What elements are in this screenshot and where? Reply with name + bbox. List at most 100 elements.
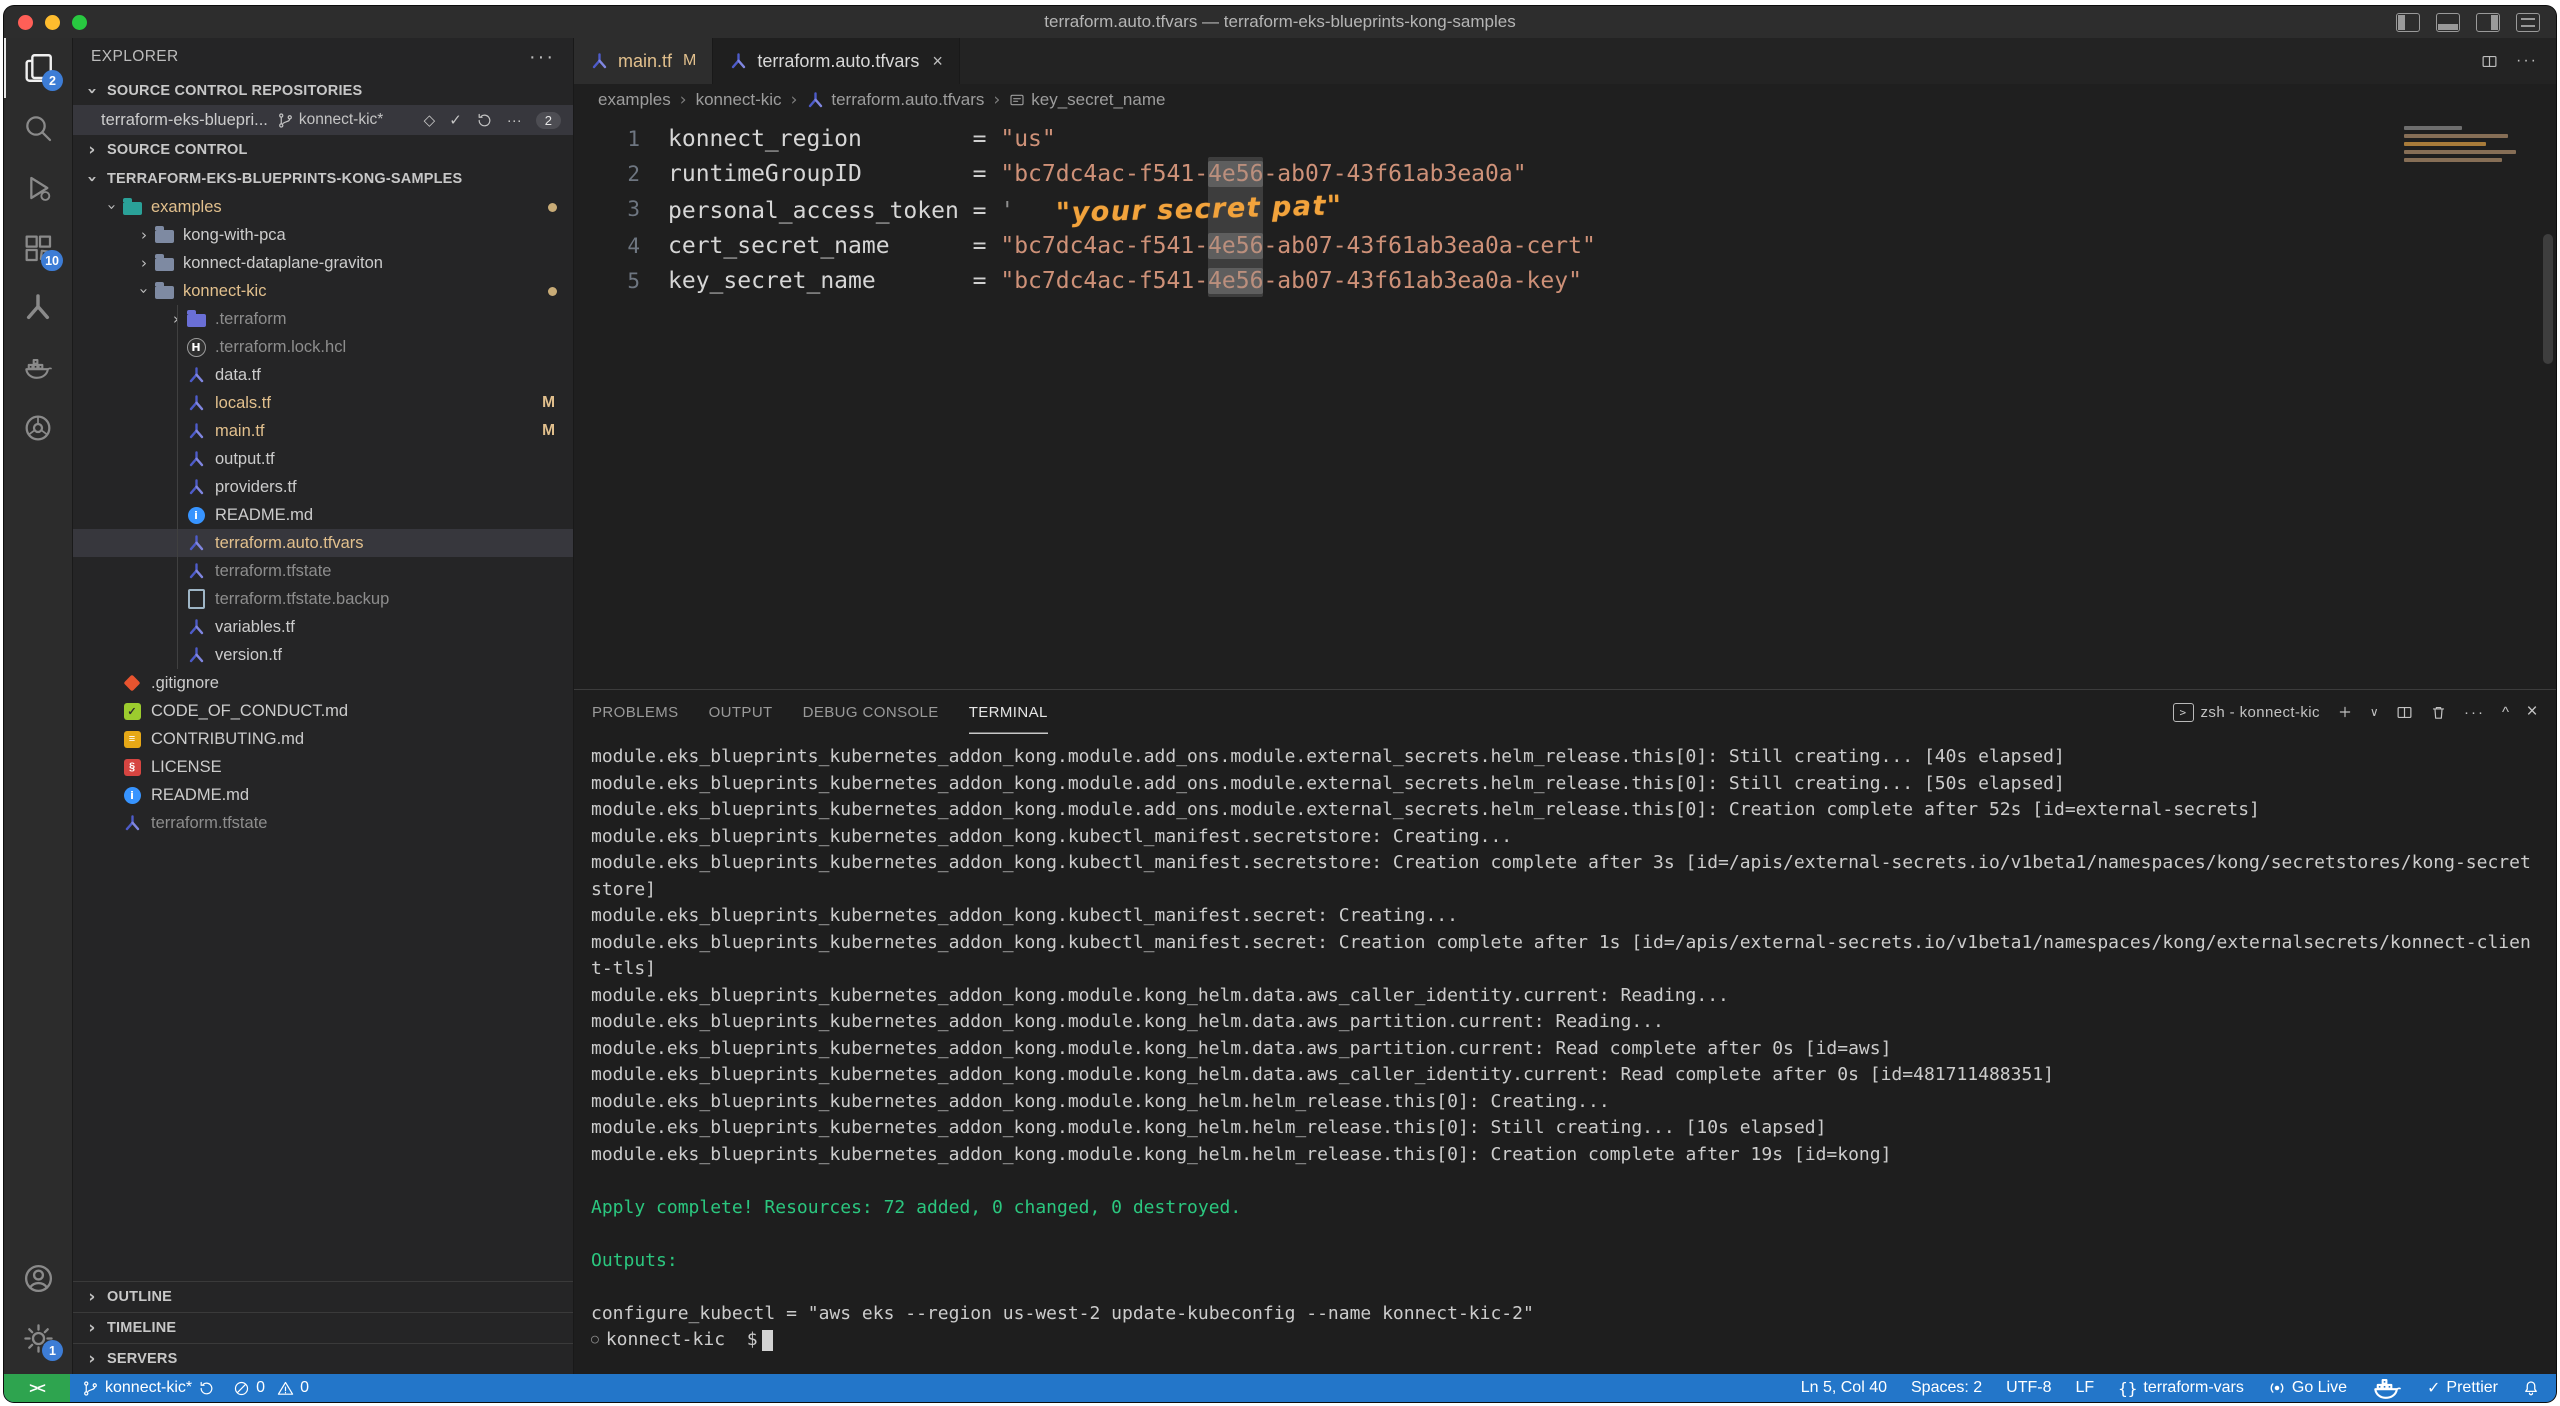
close-panel-icon[interactable]: × (2527, 701, 2539, 723)
kubernetes-activity-item[interactable] (4, 398, 72, 458)
code-line-3[interactable]: 3personal_access_token = ' "your secret … (574, 192, 2556, 229)
explorer-more-icon[interactable]: ··· (529, 46, 555, 69)
chevron-right-icon[interactable]: › (135, 254, 153, 272)
tree-item-terraform-auto-tfvars[interactable]: terraform.auto.tfvars (73, 529, 573, 557)
terminal-output[interactable]: module.eks_blueprints_kubernetes_addon_k… (574, 734, 2556, 1374)
search-activity-item[interactable] (4, 98, 72, 158)
breadcrumb-item-examples[interactable]: examples (598, 90, 671, 110)
panel-tab-problems[interactable]: PROBLEMS (592, 690, 679, 734)
chevron-right-icon[interactable]: › (167, 310, 185, 328)
kong-activity-item[interactable] (4, 278, 72, 338)
status-item-prettier[interactable]: ✓Prettier (2427, 1378, 2498, 1398)
code-line-4[interactable]: 4cert_secret_name = "bc7dc4ac-f541-4e56-… (574, 229, 2556, 264)
split-editor-icon[interactable] (2481, 53, 2498, 70)
repo-row[interactable]: terraform-eks-bluepri... konnect-kic* ◇ … (73, 105, 573, 135)
account-activity-item[interactable] (4, 1248, 72, 1308)
section-workspace-root[interactable]: › TERRAFORM-EKS-BLUEPRINTS-KONG-SAMPLES (73, 164, 573, 193)
tree-item--gitignore[interactable]: .gitignore (73, 669, 573, 697)
tree-item-output-tf[interactable]: output.tf (73, 445, 573, 473)
status-problems[interactable]: 0 0 (233, 1379, 309, 1397)
cloud-icon[interactable]: ◇ (424, 111, 436, 129)
status-item-utf-8[interactable]: UTF-8 (2006, 1379, 2051, 1397)
tree-item-data-tf[interactable]: data.tf (73, 361, 573, 389)
section-source-control[interactable]: › SOURCE CONTROL (73, 135, 573, 164)
terminal-dropdown-icon[interactable]: ∨ (2370, 705, 2379, 719)
tree-item-contributing-md[interactable]: ≡CONTRIBUTING.md (73, 725, 573, 753)
minimize-window-button[interactable] (45, 15, 60, 30)
breadcrumb-item-terraform-auto-tfvars[interactable]: terraform.auto.tfvars (806, 90, 984, 110)
tree-item-konnect-dataplane-graviton[interactable]: ›konnect-dataplane-graviton (73, 249, 573, 277)
tree-item--terraform[interactable]: ›.terraform (73, 305, 573, 333)
tree-item-code-of-conduct-md[interactable]: ✓CODE_OF_CONDUCT.md (73, 697, 573, 725)
status-item-bell[interactable] (2522, 1379, 2540, 1397)
tree-item-readme-md[interactable]: iREADME.md (73, 781, 573, 809)
toggle-sidebar-icon[interactable] (2396, 13, 2420, 32)
zoom-window-button[interactable] (72, 15, 87, 30)
close-window-button[interactable] (18, 15, 33, 30)
minimap[interactable] (2404, 126, 2534, 166)
new-terminal-icon[interactable] (2337, 704, 2353, 720)
status-branch[interactable]: konnect-kic* (82, 1379, 215, 1397)
panel-tab-terminal[interactable]: TERMINAL (969, 690, 1048, 734)
tab-main-tf[interactable]: main.tfM (574, 38, 713, 84)
section-servers[interactable]: ›SERVERS (73, 1343, 573, 1374)
status-item-lf[interactable]: LF (2075, 1379, 2094, 1397)
tree-item-variables-tf[interactable]: variables.tf (73, 613, 573, 641)
chevron-right-icon[interactable]: › (135, 226, 153, 244)
remote-indicator[interactable]: >< (4, 1374, 70, 1402)
status-item-docker[interactable] (2371, 1372, 2403, 1402)
customize-layout-icon[interactable] (2516, 13, 2540, 32)
tree-item-examples[interactable]: ›examples (73, 193, 573, 221)
maximize-panel-icon[interactable]: ^ (2502, 704, 2509, 721)
breadcrumb-item-key-secret-name[interactable]: key_secret_name (1009, 90, 1165, 110)
editor-scrollbar[interactable] (2543, 234, 2553, 364)
extensions-activity-item[interactable]: 10 (4, 218, 72, 278)
more-icon[interactable]: ··· (507, 112, 522, 129)
tree-item-readme-md[interactable]: iREADME.md (73, 501, 573, 529)
terminal-session[interactable]: >zsh - konnect-kic (2173, 703, 2320, 722)
toggle-secondary-sidebar-icon[interactable] (2476, 13, 2500, 32)
tree-item--terraform-lock-hcl[interactable]: H.terraform.lock.hcl (73, 333, 573, 361)
code-line-2[interactable]: 2runtimeGroupID = "bc7dc4ac-f541-4e56-ab… (574, 157, 2556, 192)
docker-activity-item[interactable] (4, 338, 72, 398)
run-debug-activity-item[interactable] (4, 158, 72, 218)
close-tab-icon[interactable]: × (932, 51, 943, 72)
tree-item-main-tf[interactable]: main.tfM (73, 417, 573, 445)
status-item-ln-5-col-40[interactable]: Ln 5, Col 40 (1801, 1379, 1887, 1397)
kill-terminal-icon[interactable] (2430, 704, 2447, 721)
title-bar: terraform.auto.tfvars — terraform-eks-bl… (4, 6, 2556, 39)
tree-item-license[interactable]: §LICENSE (73, 753, 573, 781)
status-item-terraform-vars[interactable]: {}terraform-vars (2118, 1379, 2244, 1398)
panel-tab-debug-console[interactable]: DEBUG CONSOLE (803, 690, 939, 734)
status-item-spaces-2[interactable]: Spaces: 2 (1911, 1379, 1982, 1397)
settings-activity-item[interactable]: 1 (4, 1308, 72, 1368)
terminal-prompt[interactable]: ○konnect-kic $ (591, 1327, 2556, 1354)
tree-item-terraform-tfstate[interactable]: terraform.tfstate (73, 809, 573, 837)
code-line-5[interactable]: 5key_secret_name = "bc7dc4ac-f541-4e56-a… (574, 264, 2556, 299)
panel-more-icon[interactable]: ··· (2464, 704, 2485, 721)
tree-item-locals-tf[interactable]: locals.tfM (73, 389, 573, 417)
tree-item-terraform-tfstate-backup[interactable]: terraform.tfstate.backup (73, 585, 573, 613)
breadcrumb-item-konnect-kic[interactable]: konnect-kic (696, 90, 782, 110)
status-item-go-live[interactable]: Go Live (2268, 1379, 2347, 1397)
chevron-down-icon[interactable]: › (135, 282, 153, 300)
section-timeline[interactable]: ›TIMELINE (73, 1312, 573, 1343)
tree-item-providers-tf[interactable]: providers.tf (73, 473, 573, 501)
tree-item-konnect-kic[interactable]: ›konnect-kic (73, 277, 573, 305)
explorer-activity-item[interactable]: 2 (4, 38, 72, 98)
split-terminal-icon[interactable] (2396, 704, 2413, 721)
section-outline[interactable]: ›OUTLINE (73, 1281, 573, 1312)
editor-more-icon[interactable]: ··· (2516, 52, 2538, 70)
code-line-1[interactable]: 1konnect_region = "us" (574, 122, 2556, 157)
chevron-down-icon[interactable]: › (103, 198, 121, 216)
tree-item-version-tf[interactable]: version.tf (73, 641, 573, 669)
code-editor[interactable]: 1konnect_region = "us"2runtimeGroupID = … (574, 116, 2556, 689)
tree-item-terraform-tfstate[interactable]: terraform.tfstate (73, 557, 573, 585)
panel-tab-output[interactable]: OUTPUT (709, 690, 773, 734)
toggle-panel-icon[interactable] (2436, 13, 2460, 32)
commit-check-icon[interactable]: ✓ (449, 111, 462, 129)
sync-icon[interactable] (476, 112, 493, 129)
tree-item-kong-with-pca[interactable]: ›kong-with-pca (73, 221, 573, 249)
tab-terraform-auto-tfvars[interactable]: terraform.auto.tfvars× (713, 38, 960, 84)
section-source-control-repositories[interactable]: › SOURCE CONTROL REPOSITORIES (73, 76, 573, 105)
